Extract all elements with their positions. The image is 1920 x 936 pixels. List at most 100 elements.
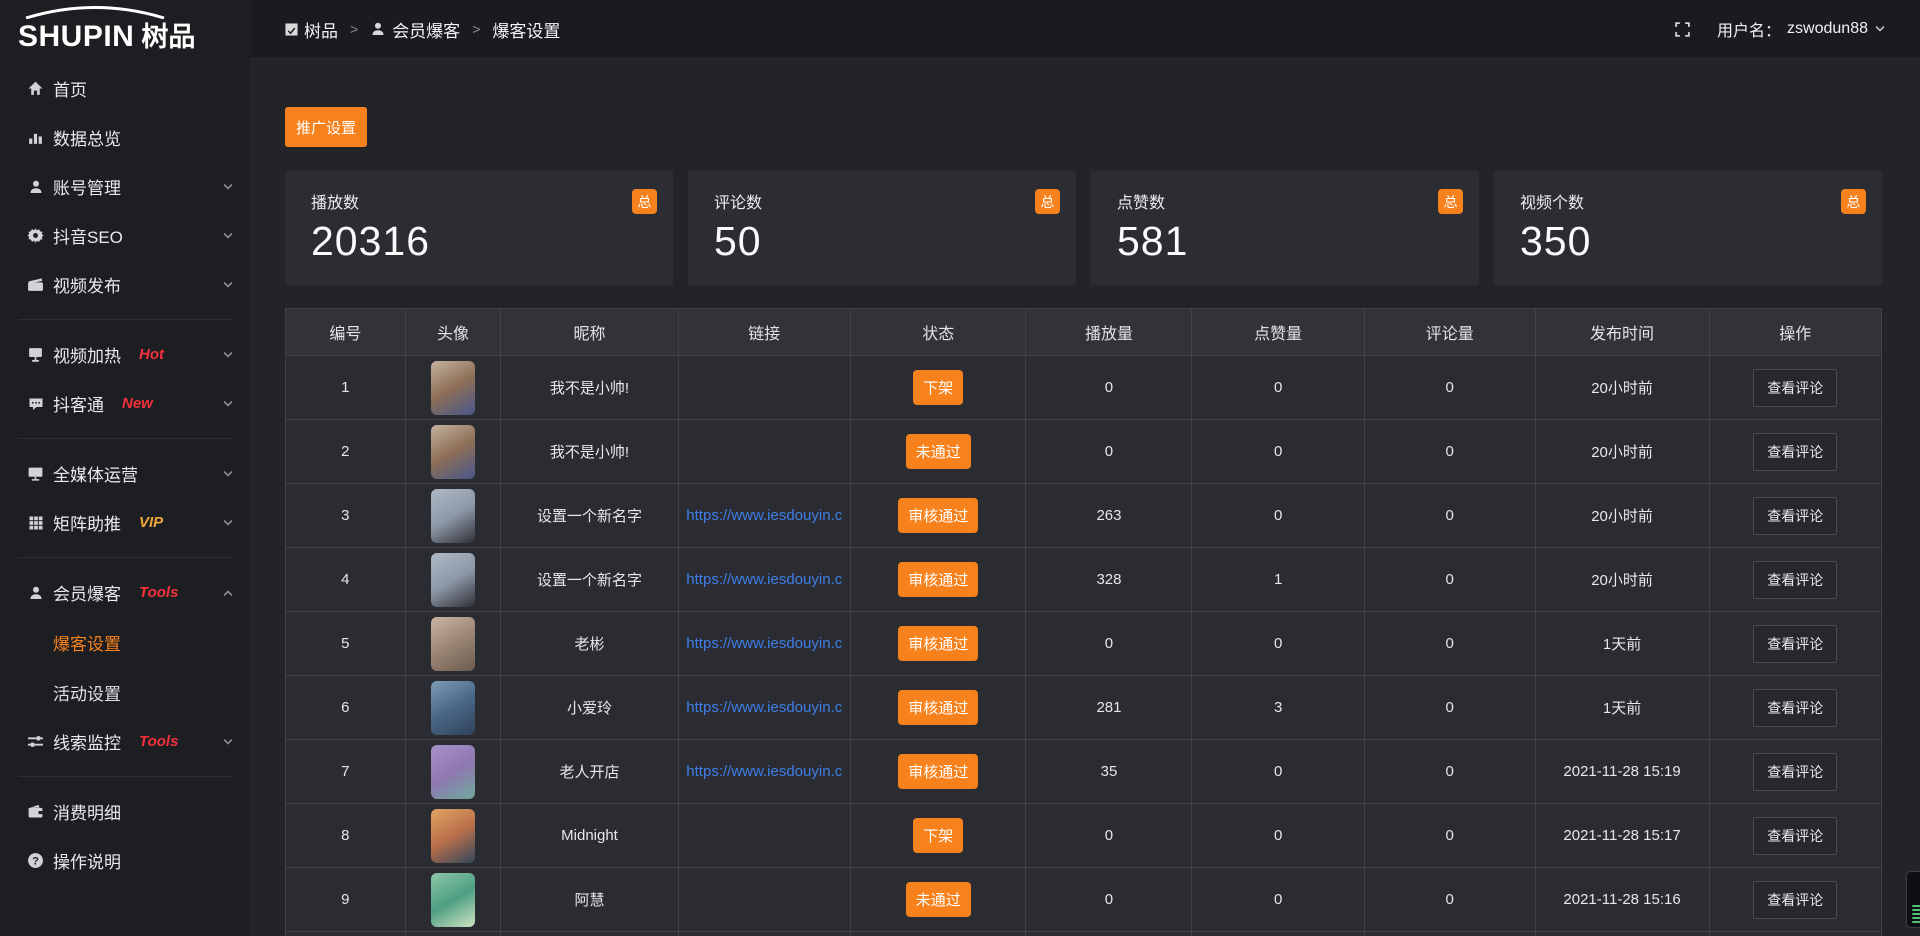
cell-likes: 0 <box>1192 868 1364 932</box>
cell-comments: 0 <box>1365 804 1536 868</box>
cell-avatar <box>406 484 502 548</box>
stat-value: 50 <box>714 218 1060 265</box>
sidebar-item-tag: VIP <box>139 514 163 531</box>
chevron-down-icon <box>222 517 234 529</box>
view-comments-button[interactable]: 查看评论 <box>1753 625 1837 663</box>
stat-total-badge: 总 <box>1035 189 1060 214</box>
sidebar-subitem-activity-settings[interactable]: 活动设置 <box>0 667 250 717</box>
view-comments-button[interactable]: 查看评论 <box>1753 561 1837 599</box>
stats-row: 播放数 总 20316 评论数 总 50 点赞数 总 581 视频个数 总 35… <box>285 171 1882 285</box>
status-button[interactable]: 未通过 <box>906 882 971 917</box>
stat-card: 播放数 总 20316 <box>285 171 673 285</box>
video-link[interactable]: https://www.iesdouyin.c <box>686 571 842 588</box>
breadcrumb-separator: > <box>350 21 358 37</box>
view-comments-button[interactable]: 查看评论 <box>1753 433 1837 471</box>
sidebar-item-data-overview[interactable]: 数据总览 <box>0 113 250 162</box>
widget-bar <box>1912 905 1920 907</box>
cell-likes: 3 <box>1192 676 1364 740</box>
view-comments-button[interactable]: 查看评论 <box>1753 689 1837 727</box>
breadcrumb-item-shupin[interactable]: 树品 <box>285 17 338 42</box>
fullscreen-icon[interactable] <box>1674 21 1691 38</box>
video-link[interactable]: https://www.iesdouyin.c <box>686 699 842 716</box>
video-link[interactable]: https://www.iesdouyin.c <box>686 507 842 524</box>
cell-avatar <box>406 420 502 484</box>
user-menu[interactable]: 用户名：zswodun88 <box>1717 17 1886 41</box>
cell-id: 6 <box>286 676 406 740</box>
column-header: 评论量 <box>1365 309 1536 356</box>
breadcrumb-item-member-baoke[interactable]: 会员爆客 <box>370 17 460 42</box>
sidebar-item-video-heating[interactable]: 视频加热 Hot <box>0 330 250 379</box>
sidebar-subitem-baoke-settings[interactable]: 爆客设置 <box>0 617 250 667</box>
sidebar-item-clue-monitoring[interactable]: 线索监控 Tools <box>0 717 250 766</box>
status-button[interactable]: 下架 <box>913 818 963 853</box>
sidebar-item-tag: Hot <box>139 346 164 363</box>
sidebar-item-member-baoke[interactable]: 会员爆客 Tools <box>0 568 250 617</box>
avatar <box>431 553 475 607</box>
status-button[interactable]: 审核通过 <box>898 690 978 725</box>
column-header: 发布时间 <box>1536 309 1710 356</box>
table-row: 4 设置一个新名字 https://www.iesdouyin.c 审核通过 3… <box>286 548 1882 612</box>
status-button[interactable]: 审核通过 <box>898 754 978 789</box>
cell-avatar <box>406 804 502 868</box>
stat-total-badge: 总 <box>632 189 657 214</box>
cell-likes: 0 <box>1192 804 1364 868</box>
status-button[interactable]: 审核通过 <box>898 498 978 533</box>
sidebar-item-account-management[interactable]: 账号管理 <box>0 162 250 211</box>
view-comments-button[interactable]: 查看评论 <box>1753 369 1837 407</box>
breadcrumb-current: 爆客设置 <box>492 17 560 42</box>
cell-time: 2021-11-28 15:17 <box>1536 804 1710 868</box>
chevron-down-icon <box>222 398 234 410</box>
status-button[interactable]: 下架 <box>913 370 963 405</box>
cell-status: 审核通过 <box>851 484 1027 548</box>
sidebar-item-all-media-operation[interactable]: 全媒体运营 <box>0 449 250 498</box>
cell-status: 未通过 <box>851 868 1027 932</box>
avatar <box>431 361 475 415</box>
sidebar-item-video-publish[interactable]: 视频发布 <box>0 260 250 309</box>
status-button[interactable]: 未通过 <box>906 434 971 469</box>
cell-time: 20小时前 <box>1536 548 1710 612</box>
floating-widget[interactable] <box>1906 871 1920 928</box>
avatar <box>431 489 475 543</box>
cell-avatar <box>406 740 502 804</box>
cell-id <box>286 932 406 936</box>
grid-icon <box>27 514 44 531</box>
sidebar-item-label: 账号管理 <box>53 174 121 199</box>
sidebar-item-douyin-seo[interactable]: 抖音SEO <box>0 211 250 260</box>
promo-settings-button[interactable]: 推广设置 <box>285 107 367 147</box>
column-header: 昵称 <box>501 309 678 356</box>
cell-action: 查看评论 <box>1710 804 1882 868</box>
cell-id: 8 <box>286 804 406 868</box>
cell-likes: 0 <box>1192 420 1364 484</box>
cell-plays: 0 <box>1026 356 1192 420</box>
view-comments-button[interactable]: 查看评论 <box>1753 817 1837 855</box>
gear-icon <box>27 227 44 244</box>
cell-status: 下架 <box>851 356 1027 420</box>
sidebar-item-consumption-details[interactable]: 消费明细 <box>0 787 250 836</box>
sidebar: SHUPIN 树品 首页 数据总览 账号管理 抖音SEO 视频发布 视频加热 <box>0 0 250 936</box>
cell-plays: 0 <box>1026 612 1192 676</box>
cell-avatar <box>406 676 502 740</box>
video-link[interactable]: https://www.iesdouyin.c <box>686 635 842 652</box>
cell-status: 未通过 <box>851 420 1027 484</box>
column-header: 操作 <box>1710 309 1882 356</box>
user-icon <box>370 21 386 37</box>
status-button[interactable]: 审核通过 <box>898 562 978 597</box>
cell-status: 下架 <box>851 804 1027 868</box>
user-icon <box>27 584 44 601</box>
video-link[interactable]: https://www.iesdouyin.c <box>686 763 842 780</box>
cell-avatar <box>406 356 502 420</box>
view-comments-button[interactable]: 查看评论 <box>1753 497 1837 535</box>
sidebar-item-matrix-boost[interactable]: 矩阵助推 VIP <box>0 498 250 547</box>
view-comments-button[interactable]: 查看评论 <box>1753 881 1837 919</box>
status-button[interactable]: 审核通过 <box>898 626 978 661</box>
sidebar-item-operation-guide[interactable]: ? 操作说明 <box>0 836 250 885</box>
view-comments-button[interactable]: 查看评论 <box>1753 753 1837 791</box>
sidebar-item-douketong[interactable]: 抖客通 New <box>0 379 250 428</box>
sidebar-item-label: 视频加热 <box>53 342 121 367</box>
home-icon <box>27 80 44 97</box>
stat-label: 播放数 <box>311 189 359 213</box>
column-header: 编号 <box>286 309 406 356</box>
cell-plays: 35 <box>1026 740 1192 804</box>
cell-comments: 0 <box>1365 484 1536 548</box>
sidebar-item-home[interactable]: 首页 <box>0 64 250 113</box>
